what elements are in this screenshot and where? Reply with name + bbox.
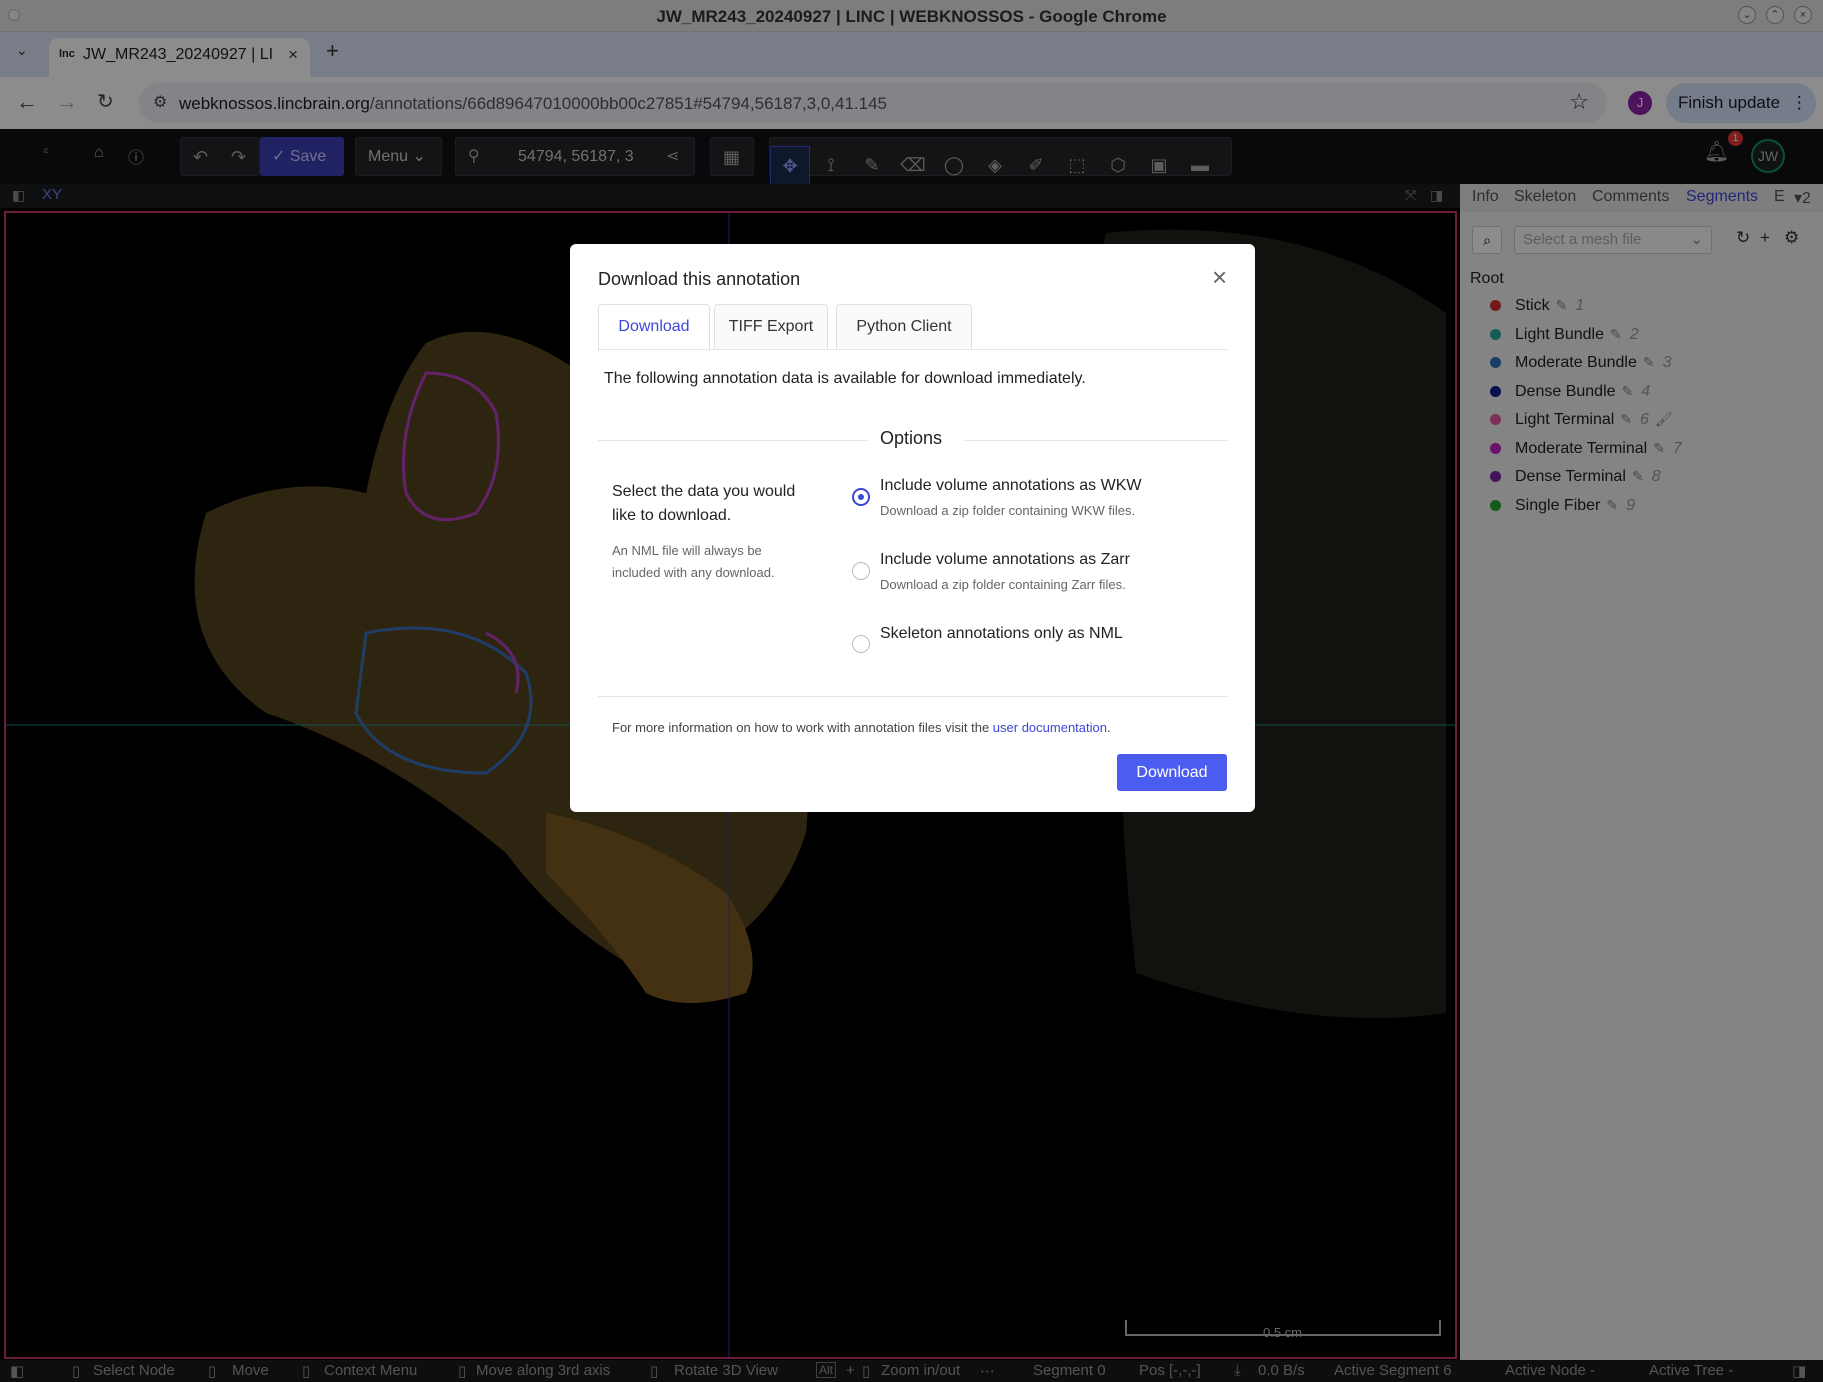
select-data-text: Select the data you would like to downlo… xyxy=(612,483,796,524)
tab-divider xyxy=(598,349,1228,350)
modal-title: Download this annotation xyxy=(598,269,801,289)
modal-close-icon[interactable]: × xyxy=(1212,262,1227,293)
tab-python-client[interactable]: Python Client xyxy=(836,304,972,350)
options-divider-right xyxy=(964,440,1228,441)
more-info-prefix: For more information on how to work with… xyxy=(612,720,993,735)
option-wkw-desc: Download a zip folder containing WKW fil… xyxy=(880,503,1136,518)
user-documentation-link[interactable]: user documentation xyxy=(993,720,1107,735)
option-zarr-label[interactable]: Include volume annotations as Zarr xyxy=(880,551,1130,569)
radio-wkw[interactable] xyxy=(852,488,870,506)
options-divider-left xyxy=(598,440,868,441)
radio-nml[interactable] xyxy=(852,635,870,653)
download-button[interactable]: Download xyxy=(1117,754,1227,791)
more-info-text: For more information on how to work with… xyxy=(612,720,1111,735)
footer-divider xyxy=(598,696,1228,697)
nml-note: An NML file will always be included with… xyxy=(612,543,775,580)
download-modal: Download this annotation × Download TIFF… xyxy=(570,244,1255,812)
tab-tiff-export[interactable]: TIFF Export xyxy=(714,304,828,350)
option-wkw-label[interactable]: Include volume annotations as WKW xyxy=(880,477,1141,495)
modal-intro: The following annotation data is availab… xyxy=(604,370,1086,387)
radio-zarr[interactable] xyxy=(852,562,870,580)
options-title: Options xyxy=(880,428,943,448)
tab-download[interactable]: Download xyxy=(598,304,710,351)
more-info-suffix: . xyxy=(1106,720,1111,735)
option-nml-label[interactable]: Skeleton annotations only as NML xyxy=(880,625,1123,643)
option-zarr-desc: Download a zip folder containing Zarr fi… xyxy=(880,577,1126,592)
